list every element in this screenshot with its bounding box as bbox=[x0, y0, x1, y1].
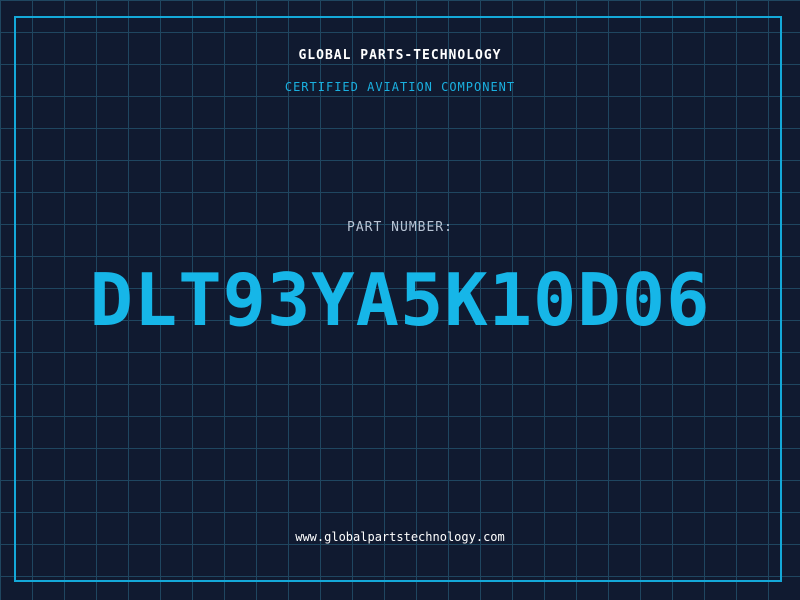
part-number-value: DLT93YA5K10D06 bbox=[89, 258, 711, 342]
subtitle: CERTIFIED AVIATION COMPONENT bbox=[284, 80, 516, 94]
part-number-label: PART NUMBER: bbox=[347, 220, 453, 235]
website-url: www.globalpartstechnology.com bbox=[295, 530, 505, 544]
company-name: GLOBAL PARTS-TECHNOLOGY bbox=[298, 48, 502, 63]
